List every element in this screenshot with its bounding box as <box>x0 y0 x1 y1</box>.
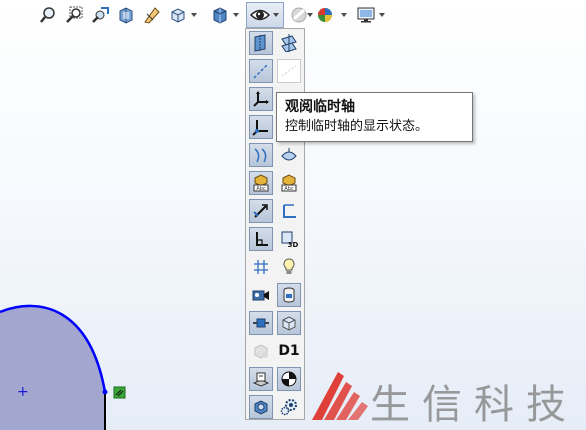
view-settings-dropdown-icon[interactable] <box>378 8 386 22</box>
hide-show-items-icon[interactable] <box>250 5 270 25</box>
section-view-icon[interactable] <box>116 5 136 25</box>
display-style-dropdown-icon[interactable] <box>232 8 240 22</box>
previous-view-icon[interactable] <box>90 5 110 25</box>
view-lights-icon[interactable] <box>277 255 301 279</box>
svg-text:Abc: Abc <box>256 186 266 192</box>
view-3d-sketch-planes-icon[interactable] <box>249 227 273 251</box>
view-annotations-icon[interactable]: Abc <box>249 171 273 195</box>
view-surfaces-icon[interactable] <box>277 143 301 167</box>
edit-appearance-dropdown-icon[interactable] <box>306 8 314 22</box>
view-dimension-names-icon[interactable]: Abc <box>277 171 301 195</box>
tooltip-temporary-axes: 观阅临时轴 控制临时轴的显示状态。 <box>276 92 473 142</box>
view-planes-icon[interactable] <box>249 31 273 55</box>
view-toolbar <box>0 0 586 30</box>
view-weld-beads-icon[interactable] <box>249 311 273 335</box>
origin-mark: + <box>17 384 29 400</box>
d1-label: D1 <box>278 343 300 359</box>
view-axes-icon[interactable] <box>277 31 301 55</box>
dynamic-annotation-icon[interactable] <box>142 5 162 25</box>
view-origins-icon[interactable] <box>249 87 273 111</box>
view-dimension-text-icon[interactable]: D1 <box>277 339 301 363</box>
view-sketch-relations-icon[interactable] <box>249 199 273 223</box>
watermark-text: 生信科技 <box>370 382 578 428</box>
tooltip-title: 观阅临时轴 <box>285 99 355 115</box>
view-sketches-icon[interactable] <box>277 199 301 223</box>
zoom-to-area-icon[interactable] <box>64 5 84 25</box>
view-parting-lines-icon[interactable] <box>249 143 273 167</box>
view-orientation-dropdown-icon[interactable] <box>190 8 198 22</box>
view-orientation-icon[interactable] <box>168 5 188 25</box>
view-settings-icon[interactable] <box>356 5 376 25</box>
view-sketch-dimensions-icon[interactable] <box>249 339 273 363</box>
watermark-logo-icon <box>312 372 368 420</box>
tooltip-description: 控制临时轴的显示状态。 <box>285 119 429 134</box>
view-bodies-icon[interactable] <box>249 367 273 391</box>
view-temporary-axes-icon[interactable] <box>249 59 273 83</box>
svg-text:Abc: Abc <box>284 186 294 192</box>
display-style-icon[interactable] <box>210 5 230 25</box>
view-routing-points-icon[interactable] <box>277 311 301 335</box>
view-points-icon[interactable] <box>277 59 301 83</box>
zoom-to-fit-icon[interactable] <box>38 5 58 25</box>
view-live-section-planes-icon[interactable] <box>249 395 273 419</box>
view-decals-icon[interactable] <box>277 283 301 307</box>
view-3d-sketches-icon[interactable]: 3D <box>277 227 301 251</box>
view-user-coordinate-icon[interactable] <box>249 115 273 139</box>
view-grid-icon[interactable] <box>249 255 273 279</box>
apply-scene-icon[interactable] <box>315 5 335 25</box>
view-cameras-icon[interactable] <box>249 283 273 307</box>
view-center-of-mass-icon[interactable] <box>277 367 301 391</box>
view-settings-gear-icon[interactable] <box>277 395 301 419</box>
svg-text:3D: 3D <box>288 241 298 248</box>
hide-show-items-palette: Abc Abc 3D D1 <box>245 28 305 420</box>
hide-show-items-dropdown-icon[interactable] <box>272 8 280 22</box>
sketch-profile[interactable] <box>0 300 140 430</box>
apply-scene-dropdown-icon[interactable] <box>340 8 348 22</box>
